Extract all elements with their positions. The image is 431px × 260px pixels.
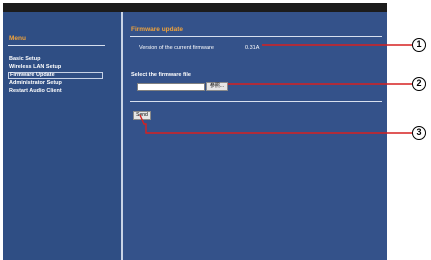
callout-marker-2: 2 [412, 77, 426, 91]
callout-marker-1: 1 [412, 38, 426, 52]
callout-lines [139, 44, 412, 134]
callout-line-3 [139, 114, 412, 134]
callout-marker-3: 3 [412, 126, 426, 140]
